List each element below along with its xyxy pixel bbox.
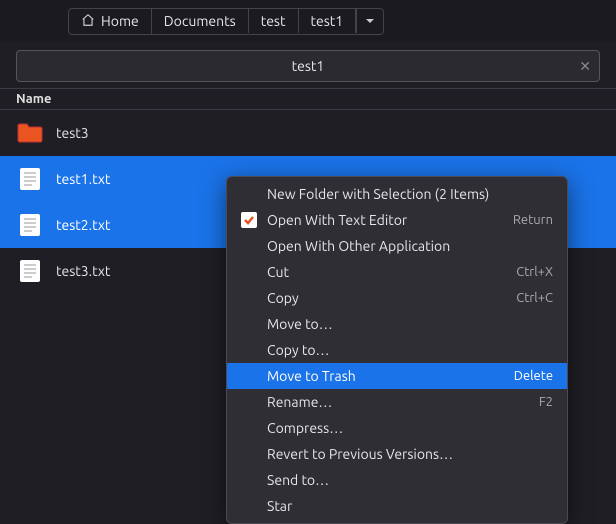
accelerator: Ctrl+X: [516, 265, 553, 279]
file-name: test3.txt: [56, 263, 110, 279]
breadcrumb-documents[interactable]: Documents: [152, 9, 249, 33]
breadcrumb-test1-label: test1: [311, 13, 344, 29]
breadcrumb: Home Documents test test1: [68, 8, 384, 35]
menu-open-other-app[interactable]: Open With Other Application: [227, 233, 567, 259]
search-bar[interactable]: ✕: [16, 50, 600, 82]
accelerator: Delete: [514, 369, 553, 383]
home-icon: [81, 13, 101, 30]
list-header[interactable]: Name: [0, 88, 616, 110]
menu-copy-to[interactable]: Copy to…: [227, 337, 567, 363]
menu-move-to-trash[interactable]: Move to TrashDelete: [227, 363, 567, 389]
menu-move-to[interactable]: Move to…: [227, 311, 567, 337]
list-item[interactable]: test3: [0, 110, 616, 156]
file-name: test1.txt: [56, 171, 110, 187]
file-name: test3: [56, 125, 89, 141]
menu-rename[interactable]: Rename…F2: [227, 389, 567, 415]
text-file-icon: [16, 212, 44, 238]
accelerator: Ctrl+C: [516, 291, 553, 305]
search-input[interactable]: [27, 58, 589, 74]
breadcrumb-home[interactable]: Home: [69, 9, 152, 34]
breadcrumb-test-label: test: [261, 13, 286, 29]
menu-new-folder-selection[interactable]: New Folder with Selection (2 Items): [227, 181, 567, 207]
accelerator: Return: [513, 213, 553, 227]
clear-search-icon[interactable]: ✕: [579, 58, 591, 75]
breadcrumb-documents-label: Documents: [164, 13, 236, 29]
menu-copy[interactable]: CopyCtrl+C: [227, 285, 567, 311]
menu-cut[interactable]: CutCtrl+X: [227, 259, 567, 285]
caret-down-icon: [365, 13, 375, 29]
breadcrumb-test1[interactable]: test1: [299, 9, 357, 33]
breadcrumb-test[interactable]: test: [249, 9, 299, 33]
topbar: Home Documents test test1: [0, 0, 616, 42]
breadcrumb-dropdown[interactable]: [356, 9, 383, 33]
text-file-icon: [16, 166, 44, 192]
column-name: Name: [16, 92, 51, 106]
menu-send-to[interactable]: Send to…: [227, 467, 567, 493]
menu-open-text-editor[interactable]: Open With Text Editor Return: [227, 207, 567, 233]
text-file-icon: [16, 258, 44, 284]
checkbox-checked-icon: [241, 212, 257, 228]
breadcrumb-home-label: Home: [101, 13, 139, 29]
menu-compress[interactable]: Compress…: [227, 415, 567, 441]
menu-star[interactable]: Star: [227, 493, 567, 519]
context-menu: New Folder with Selection (2 Items) Open…: [226, 176, 568, 524]
menu-revert[interactable]: Revert to Previous Versions…: [227, 441, 567, 467]
folder-icon: [16, 120, 44, 146]
accelerator: F2: [539, 395, 553, 409]
file-name: test2.txt: [56, 217, 110, 233]
